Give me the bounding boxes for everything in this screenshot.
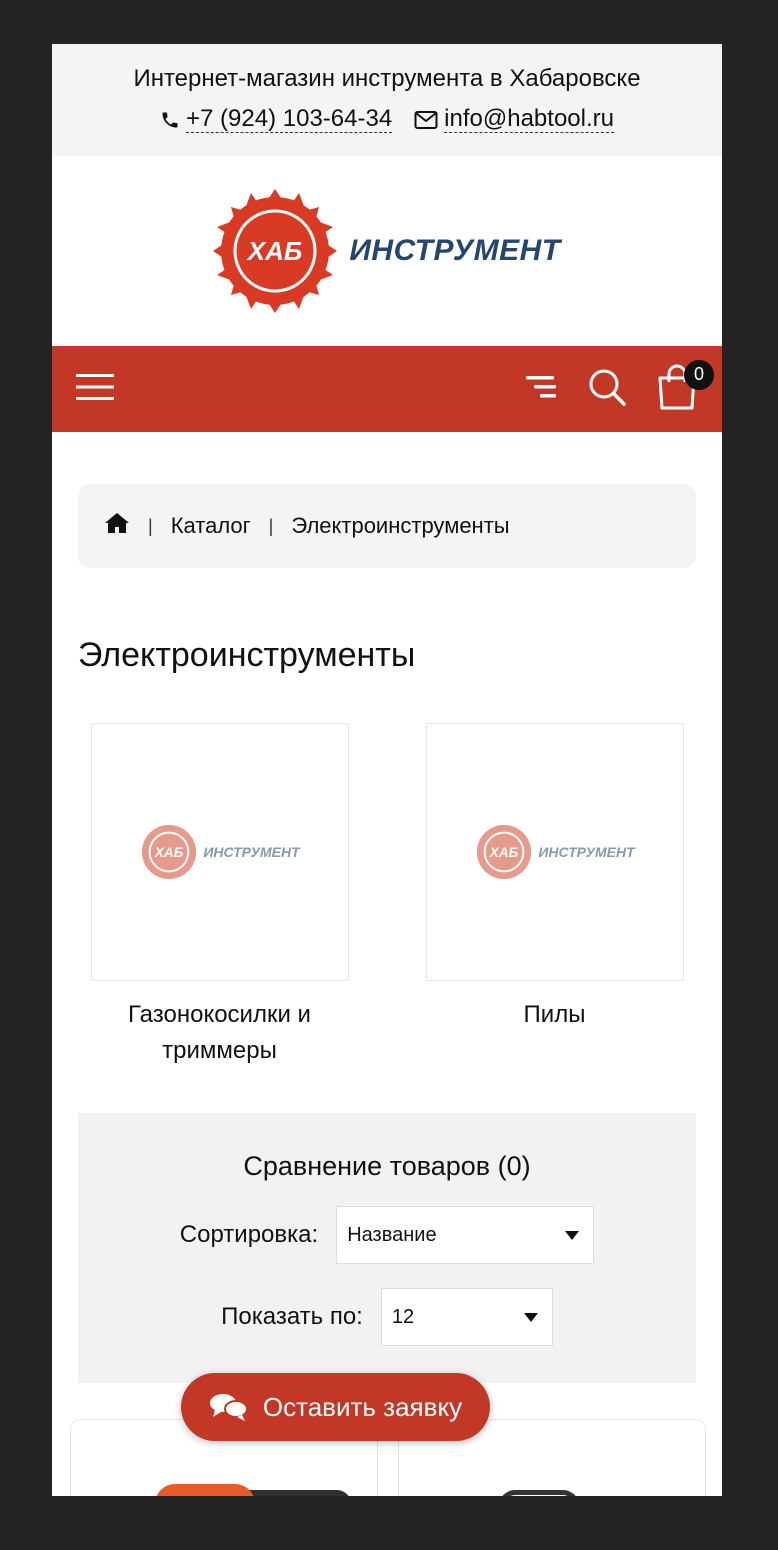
- chevron-down-icon: [565, 1230, 580, 1240]
- product-image: [499, 1490, 579, 1496]
- category-card[interactable]: ХАБ ИНСТРУМЕНТ Газонокосилки и триммеры: [52, 723, 387, 1069]
- limit-label: Показать по:: [221, 1303, 363, 1330]
- breadcrumb-home[interactable]: [104, 512, 130, 540]
- phone-icon: [162, 112, 178, 127]
- category-name[interactable]: Газонокосилки и триммеры: [95, 997, 345, 1069]
- sort-label: Сортировка:: [179, 1221, 319, 1248]
- breadcrumb: | Каталог | Электроинструменты: [78, 484, 696, 568]
- cart-count-badge: 0: [684, 359, 714, 390]
- cart-button[interactable]: 0: [656, 359, 714, 415]
- contacts: +7 (924) 103-64-34 info@habtool.ru: [52, 106, 722, 133]
- page: Интернет-магазин инструмента в Хабаровск…: [52, 44, 722, 1496]
- category-image: ХАБ ИНСТРУМЕНТ: [90, 723, 349, 981]
- filter-button[interactable]: [524, 373, 558, 406]
- compare-link[interactable]: Сравнение товаров (0): [78, 1151, 696, 1182]
- phone-link[interactable]: +7 (924) 103-64-34: [160, 105, 393, 133]
- envelope-icon: [414, 110, 438, 129]
- listing-controls: Сравнение товаров (0) Сортировка: Назван…: [78, 1113, 696, 1383]
- limit-row: Показать по: 12: [78, 1288, 696, 1346]
- limit-selected-value: 12: [391, 1305, 415, 1328]
- sort-select[interactable]: Название: [336, 1206, 595, 1264]
- product-image-accent: [155, 1484, 255, 1496]
- main-navbar: 0: [52, 346, 722, 432]
- category-card[interactable]: ХАБ ИНСТРУМЕНТ Пилы: [387, 723, 722, 1069]
- category-name[interactable]: Пилы: [430, 997, 680, 1033]
- hamburger-icon: [76, 373, 114, 400]
- leave-request-button[interactable]: Оставить заявку: [181, 1373, 490, 1441]
- logo-badge-text: ХАБ: [246, 236, 303, 266]
- sort-selected-value: Название: [347, 1223, 437, 1246]
- navbar-actions: 0: [524, 359, 714, 415]
- category-grid: ХАБ ИНСТРУМЕНТ Газонокосилки и триммеры …: [52, 723, 722, 1069]
- breadcrumb-item-catalog[interactable]: Каталог: [171, 513, 251, 539]
- category-image: ХАБ ИНСТРУМЕНТ: [425, 723, 684, 981]
- breadcrumb-separator: |: [148, 515, 153, 536]
- page-title: Электроинструменты: [78, 636, 416, 674]
- home-icon: [105, 513, 129, 533]
- logo-brand-text: ИНСТРУМЕНТ: [203, 844, 300, 860]
- chat-icon: [209, 1394, 248, 1421]
- store-tagline: Интернет-магазин инструмента в Хабаровск…: [133, 65, 641, 92]
- sort-row: Сортировка: Название: [78, 1206, 696, 1264]
- logo-badge-text: ХАБ: [489, 845, 519, 860]
- logo-badge-text: ХАБ: [154, 845, 184, 860]
- top-bar: Интернет-магазин инструмента в Хабаровск…: [52, 44, 722, 156]
- chevron-down-icon: [523, 1312, 538, 1322]
- filter-lines-icon: [526, 375, 556, 397]
- breadcrumb-separator: |: [268, 515, 274, 536]
- logo-placeholder-icon: ХАБ: [477, 824, 532, 880]
- hamburger-menu-button[interactable]: [76, 373, 114, 406]
- logo[interactable]: ХАБ ИНСТРУМЕНТ: [52, 156, 722, 346]
- email-link[interactable]: info@habtool.ru: [414, 106, 614, 133]
- search-button[interactable]: [588, 368, 626, 411]
- search-icon: [589, 369, 626, 406]
- phone-number: +7 (924) 103-64-34: [186, 105, 393, 133]
- leave-request-label: Оставить заявку: [262, 1391, 463, 1422]
- logo-brand-text: ИНСТРУМЕНТ: [538, 844, 635, 860]
- logo-brand-text: ИНСТРУМЕНТ: [349, 234, 561, 267]
- logo-placeholder-icon: ХАБ: [142, 824, 197, 880]
- breadcrumb-item-current: Электроинструменты: [291, 513, 510, 538]
- saw-blade-logo-icon: ХАБ: [213, 189, 338, 313]
- limit-select[interactable]: 12: [380, 1288, 553, 1346]
- email-address: info@habtool.ru: [444, 105, 614, 133]
